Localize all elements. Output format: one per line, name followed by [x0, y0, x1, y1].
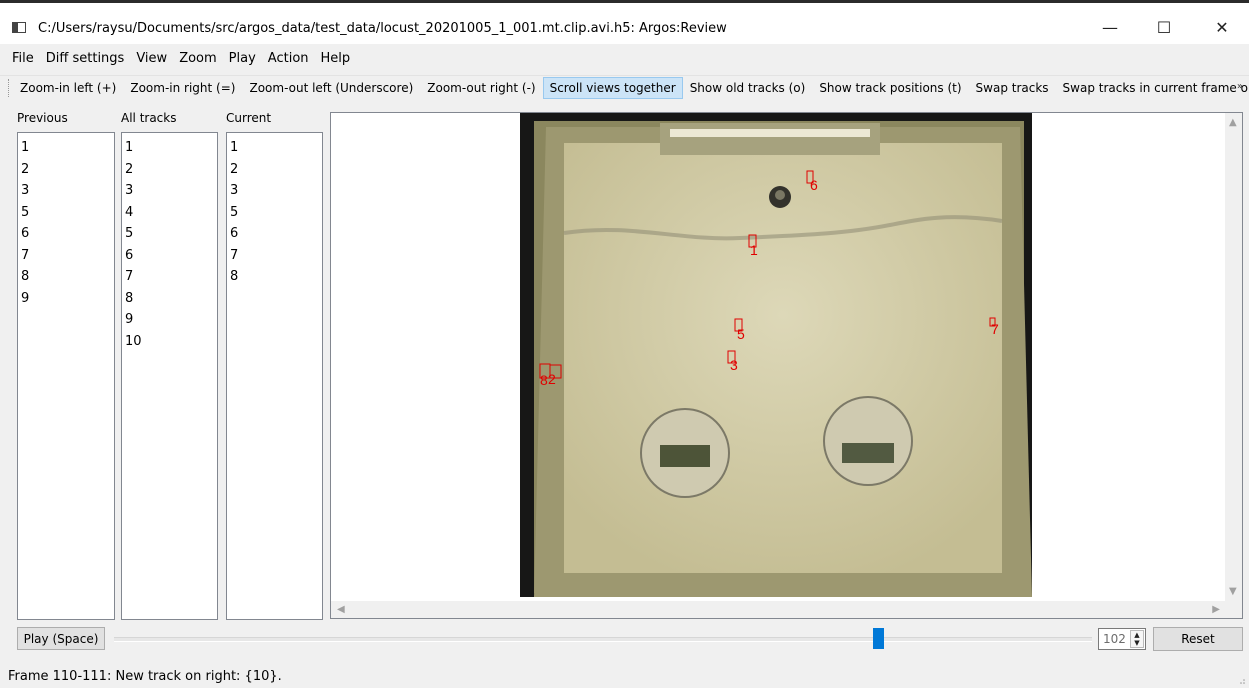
zoom-in-right-button[interactable]: Zoom-in right (=)	[123, 77, 242, 99]
minimize-button[interactable]: —	[1087, 11, 1133, 43]
list-item[interactable]: 1	[21, 137, 111, 159]
menu-help[interactable]: Help	[315, 51, 357, 66]
zoom-out-left-button[interactable]: Zoom-out left (Underscore)	[242, 77, 420, 99]
svg-text:6: 6	[810, 177, 818, 193]
scroll-down-icon[interactable]: ▼	[1229, 586, 1237, 597]
list-item[interactable]: 3	[125, 180, 214, 202]
svg-text:3: 3	[730, 357, 738, 373]
video-view[interactable]: 6 1 5 3 7 8 2 ▲ ▼ ◀ ▶	[330, 112, 1243, 619]
menu-action[interactable]: Action	[262, 51, 315, 66]
frame-slider[interactable]	[114, 637, 1092, 642]
show-track-positions-button[interactable]: Show track positions (t)	[812, 77, 968, 99]
list-item[interactable]: 3	[230, 180, 319, 202]
list-item[interactable]: 4	[125, 202, 214, 224]
list-item[interactable]: 6	[21, 223, 111, 245]
menu-view[interactable]: View	[130, 51, 173, 66]
scroll-left-icon[interactable]: ◀	[337, 604, 345, 615]
menu-play[interactable]: Play	[223, 51, 262, 66]
list-item[interactable]: 5	[21, 202, 111, 224]
list-item[interactable]: 8	[21, 266, 111, 288]
list-item[interactable]: 9	[125, 309, 214, 331]
list-item[interactable]: 2	[230, 159, 319, 181]
menu-bar: File Diff settings View Zoom Play Action…	[0, 46, 1249, 70]
svg-text:2: 2	[548, 371, 556, 387]
resize-grip-icon[interactable]	[1237, 676, 1245, 684]
current-header: Current	[226, 111, 272, 125]
all-tracks-header: All tracks	[121, 111, 177, 125]
toolbar-grip[interactable]	[8, 79, 9, 97]
menu-diff-settings[interactable]: Diff settings	[40, 51, 131, 66]
scroll-views-together-button[interactable]: Scroll views together	[542, 77, 683, 99]
spin-arrows-icon[interactable]: ▲ ▼	[1130, 630, 1144, 648]
list-item[interactable]: 6	[125, 245, 214, 267]
list-item[interactable]: 5	[125, 223, 214, 245]
list-item[interactable]: 9	[21, 288, 111, 310]
swap-tracks-current-frame-button[interactable]: Swap tracks in current frame only	[1056, 77, 1249, 99]
list-item[interactable]: 8	[230, 266, 319, 288]
scroll-up-icon[interactable]: ▲	[1229, 117, 1237, 128]
svg-text:8: 8	[540, 372, 548, 388]
app-icon	[12, 22, 26, 33]
list-item[interactable]: 7	[21, 245, 111, 267]
frame-number[interactable]: 102	[1103, 632, 1126, 646]
close-button[interactable]: ✕	[1199, 11, 1245, 43]
svg-text:1: 1	[750, 242, 758, 258]
svg-text:7: 7	[991, 321, 999, 337]
list-item[interactable]: 2	[125, 159, 214, 181]
list-item[interactable]: 6	[230, 223, 319, 245]
video-frame: 6 1 5 3 7 8 2	[520, 113, 1032, 597]
all-tracks-list[interactable]: 1 2 3 4 5 6 7 8 9 10	[121, 132, 218, 620]
list-item[interactable]: 5	[230, 202, 319, 224]
current-list[interactable]: 1 2 3 5 6 7 8	[226, 132, 323, 620]
zoom-in-left-button[interactable]: Zoom-in left (+)	[13, 77, 123, 99]
title-bar: C:/Users/raysu/Documents/src/argos_data/…	[0, 0, 1249, 44]
toolbar: Zoom-in left (+) Zoom-in right (=) Zoom-…	[0, 75, 1249, 100]
swap-tracks-button[interactable]: Swap tracks	[969, 77, 1056, 99]
window-title: C:/Users/raysu/Documents/src/argos_data/…	[38, 21, 727, 36]
status-text: Frame 110-111: New track on right: {10}.	[8, 669, 282, 684]
previous-header: Previous	[17, 111, 68, 125]
scroll-corner	[1225, 601, 1242, 618]
play-button[interactable]: Play (Space)	[17, 627, 105, 650]
list-item[interactable]: 1	[230, 137, 319, 159]
list-item[interactable]: 8	[125, 288, 214, 310]
list-item[interactable]: 10	[125, 331, 214, 353]
reset-button[interactable]: Reset	[1153, 627, 1243, 651]
menu-file[interactable]: File	[0, 51, 40, 66]
toolbar-overflow-icon[interactable]: »	[1237, 81, 1243, 92]
frame-spinbox[interactable]: 102 ▲ ▼	[1098, 628, 1146, 650]
list-item[interactable]: 7	[230, 245, 319, 267]
zoom-out-right-button[interactable]: Zoom-out right (-)	[420, 77, 542, 99]
list-item[interactable]: 3	[21, 180, 111, 202]
frame-slider-handle[interactable]	[873, 628, 884, 649]
list-item[interactable]: 2	[21, 159, 111, 181]
list-item[interactable]: 1	[125, 137, 214, 159]
scroll-right-icon[interactable]: ▶	[1212, 604, 1220, 615]
show-old-tracks-button[interactable]: Show old tracks (o)	[683, 77, 813, 99]
previous-list[interactable]: 1 2 3 5 6 7 8 9	[17, 132, 115, 620]
list-item[interactable]: 7	[125, 266, 214, 288]
svg-text:5: 5	[737, 326, 745, 342]
menu-zoom[interactable]: Zoom	[173, 51, 222, 66]
vertical-scrollbar[interactable]: ▲ ▼	[1225, 113, 1242, 601]
maximize-button[interactable]: ☐	[1141, 11, 1187, 43]
horizontal-scrollbar[interactable]: ◀ ▶	[331, 601, 1226, 618]
locust-marker: 7	[989, 317, 999, 337]
